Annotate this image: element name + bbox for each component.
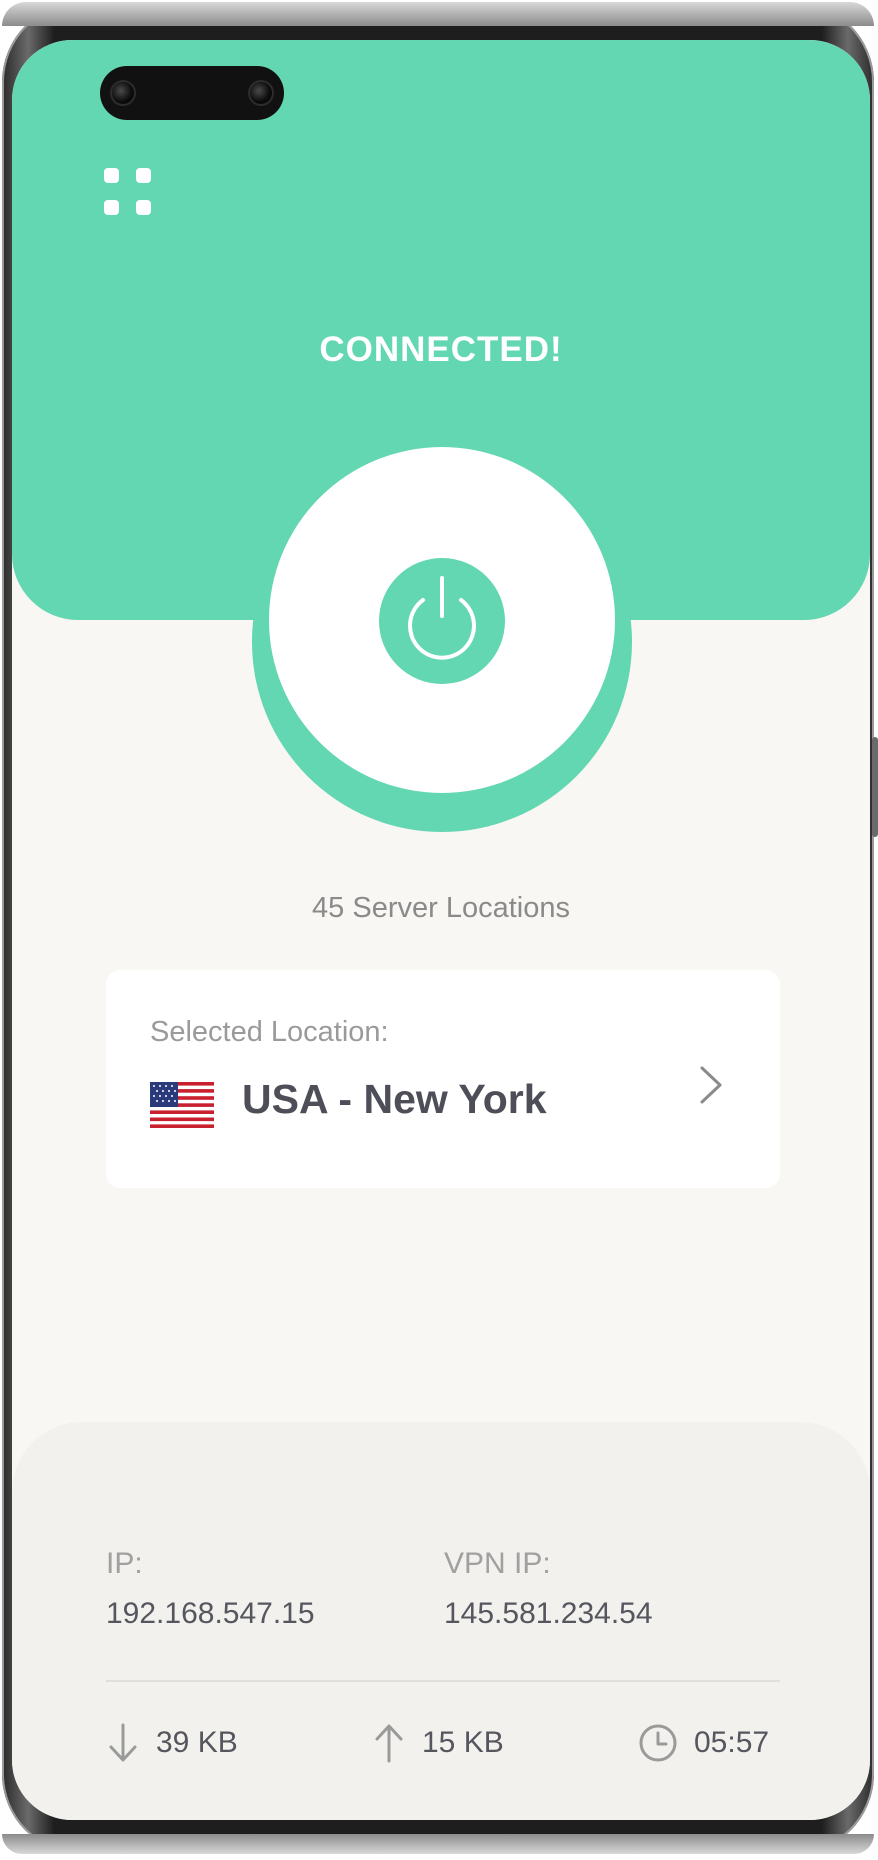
vpn-ip-label: VPN IP: xyxy=(444,1547,551,1580)
ip-label: IP: xyxy=(106,1547,143,1580)
upload-value: 15 KB xyxy=(422,1726,504,1759)
power-button[interactable] xyxy=(379,558,505,684)
clock-icon xyxy=(639,1724,677,1762)
phone-side-button xyxy=(872,737,878,837)
stats-divider xyxy=(106,1680,780,1682)
power-icon xyxy=(408,576,476,660)
camera-lens xyxy=(248,80,274,106)
duration-value: 05:57 xyxy=(694,1726,770,1759)
location-selector[interactable]: Selected Location: USA - New York xyxy=(106,970,780,1188)
ip-value: 192.168.547.15 xyxy=(106,1597,315,1630)
server-count: 45 Server Locations xyxy=(312,892,570,924)
vpn-ip-value: 145.581.234.54 xyxy=(444,1597,653,1630)
phone-bezel-top xyxy=(2,2,874,26)
connection-stats-panel: IP: 192.168.547.15 VPN IP: 145.581.234.5… xyxy=(12,1422,870,1820)
download-value: 39 KB xyxy=(156,1726,238,1759)
camera-cutout xyxy=(100,66,284,120)
connection-status: CONNECTED! xyxy=(319,330,563,369)
download-metric: 39 KB xyxy=(106,1720,238,1766)
arrow-down-icon xyxy=(109,1723,137,1762)
grid-menu-icon[interactable] xyxy=(104,168,156,220)
arrow-up-icon xyxy=(375,1724,403,1763)
app-screen: CONNECTED! 45 Server Locations Selected … xyxy=(12,40,870,1820)
chevron-right-icon xyxy=(700,1066,722,1104)
upload-metric: 15 KB xyxy=(372,1720,504,1766)
phone-frame: CONNECTED! 45 Server Locations Selected … xyxy=(2,2,878,1854)
us-flag-icon xyxy=(150,1082,214,1128)
phone-bezel-bottom xyxy=(2,1834,874,1854)
location-name: USA - New York xyxy=(242,1076,547,1122)
camera-lens xyxy=(110,80,136,106)
location-label: Selected Location: xyxy=(150,1016,389,1048)
duration-metric: 05:57 xyxy=(638,1720,769,1766)
